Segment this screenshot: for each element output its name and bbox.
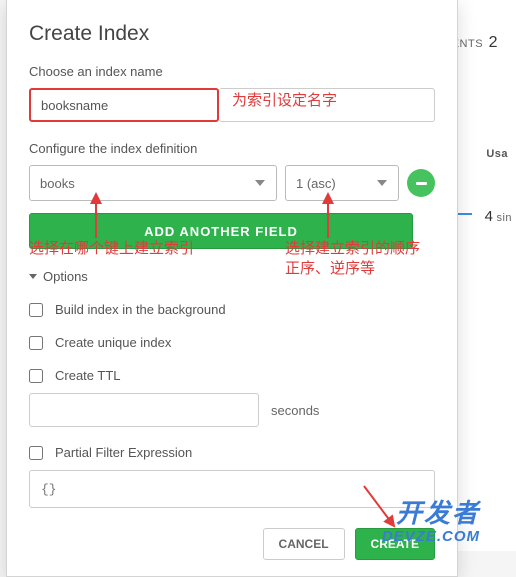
minus-icon xyxy=(416,182,427,185)
unique-option-row[interactable]: Create unique index xyxy=(29,335,435,350)
remove-field-button[interactable] xyxy=(407,169,435,197)
unique-checkbox[interactable] xyxy=(29,336,43,350)
index-name-input[interactable] xyxy=(29,88,219,122)
chevron-down-icon xyxy=(29,274,37,279)
definition-label: Configure the index definition xyxy=(29,141,435,156)
bg-clients-value: 2 xyxy=(489,34,498,51)
ttl-option-label: Create TTL xyxy=(55,368,121,383)
background-option-row[interactable]: Build index in the background xyxy=(29,302,435,317)
create-index-modal: Create Index Choose an index name Config… xyxy=(6,0,458,577)
partial-filter-json-input[interactable] xyxy=(29,470,435,508)
seconds-label: seconds xyxy=(271,403,319,418)
field-select[interactable]: books xyxy=(29,165,277,201)
ttl-seconds-input[interactable] xyxy=(29,393,259,427)
bg-clients-stat: ENTS 2 xyxy=(452,34,498,52)
index-name-suffix-input[interactable] xyxy=(219,88,435,122)
bg-sin-value: 4 xyxy=(485,208,494,225)
bg-sin-label: sin xyxy=(496,212,512,224)
partial-filter-label: Partial Filter Expression xyxy=(55,445,192,460)
options-label: Options xyxy=(43,269,88,284)
order-select[interactable]: 1 (asc) xyxy=(285,165,399,201)
bg-usage-header: Usa xyxy=(486,148,508,160)
bg-series-line xyxy=(458,213,472,215)
add-another-field-button[interactable]: ADD ANOTHER FIELD xyxy=(29,213,413,249)
partial-filter-row[interactable]: Partial Filter Expression xyxy=(29,445,435,460)
background-option-label: Build index in the background xyxy=(55,302,226,317)
unique-option-label: Create unique index xyxy=(55,335,171,350)
ttl-checkbox[interactable] xyxy=(29,369,43,383)
options-toggle[interactable]: Options xyxy=(29,269,435,284)
modal-title: Create Index xyxy=(29,22,435,46)
index-name-label: Choose an index name xyxy=(29,64,435,79)
bg-sin-stat: 4sin xyxy=(485,208,512,225)
create-button[interactable]: CREATE xyxy=(355,528,435,560)
cancel-button[interactable]: CANCEL xyxy=(263,528,345,560)
modal-footer: CANCEL CREATE xyxy=(29,528,435,560)
ttl-option-row[interactable]: Create TTL xyxy=(29,368,435,383)
partial-filter-checkbox[interactable] xyxy=(29,446,43,460)
background-checkbox[interactable] xyxy=(29,303,43,317)
